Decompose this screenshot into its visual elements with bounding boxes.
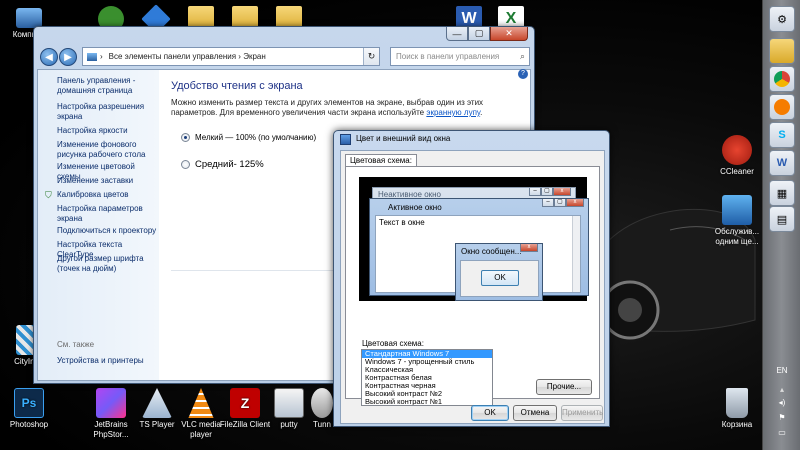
skype-icon[interactable]: S xyxy=(769,122,795,148)
phpstorm-icon xyxy=(96,388,126,418)
sidebar-item-resolution[interactable]: Настройка разрешения экрана xyxy=(57,102,157,122)
sidebar-item-brightness[interactable]: Настройка яркости xyxy=(57,126,157,136)
window-text-sample: Текст в окне xyxy=(379,218,425,227)
page-title: Удобство чтения с экрана xyxy=(171,80,303,92)
chevron-up-icon[interactable]: ▴ xyxy=(763,385,800,394)
monitor-icon[interactable]: ▭ xyxy=(763,428,800,437)
sidebar-item-dpi[interactable]: Другой размер шрифта (точек на дюйм) xyxy=(57,254,157,274)
radio-icon xyxy=(181,160,190,169)
scheme-list[interactable]: Стандартная Windows 7 Windows 7 - упроще… xyxy=(361,349,493,406)
devices-printers-link[interactable]: Устройства и принтеры xyxy=(57,356,157,366)
message-box-client: OK xyxy=(460,260,539,297)
navigation-bar: ◀ ▶ › Все элементы панели управления › Э… xyxy=(38,45,532,67)
address-root-separator: › xyxy=(100,52,103,61)
search-icon: ⌕ xyxy=(519,51,525,61)
scheme-label: Цветовая схема: xyxy=(362,339,424,348)
ts-player-icon xyxy=(142,388,172,418)
message-box-title: Окно сообщен... xyxy=(461,247,522,256)
photoshop-icon: Ps xyxy=(14,388,44,418)
help-icon[interactable]: ? xyxy=(518,69,528,79)
vlc-icon xyxy=(188,388,214,418)
preview-message-box: Окно сообщен... x OK xyxy=(455,243,543,301)
preview-scrollbar xyxy=(572,216,580,292)
preview-ok-button: OK xyxy=(481,270,519,286)
address-bar[interactable]: › Все элементы панели управления › Экран… xyxy=(82,47,380,66)
tunnel-icon xyxy=(311,388,333,418)
flag-icon[interactable]: ⚑ xyxy=(763,413,800,422)
breadcrumb[interactable]: Все элементы панели управления › Экран xyxy=(109,52,266,61)
active-window-title: Активное окно xyxy=(388,203,442,212)
gear-icon[interactable]: ⚙ xyxy=(769,6,795,32)
cleaner-icon[interactable]: ▤ xyxy=(769,206,795,232)
page-description: Можно изменить размер текста и других эл… xyxy=(171,98,484,117)
ccleaner-label: CCleaner xyxy=(720,167,754,176)
recycle-bin-desktop-icon[interactable]: Корзина xyxy=(708,388,766,430)
window-color-dialog: Цвет и внешний вид окна Цветовая схема: … xyxy=(333,130,610,427)
ccleaner-desktop-icon[interactable]: CCleaner xyxy=(708,135,766,177)
putty-icon xyxy=(274,388,304,418)
window-controls: — ▢ ✕ xyxy=(446,27,528,41)
minimize-button[interactable]: — xyxy=(446,27,468,41)
dialog-body: Цветовая схема: Неактивное окно – ▢ x Акти… xyxy=(340,150,605,424)
search-placeholder: Поиск в панели управления xyxy=(396,52,500,61)
network-icon[interactable]: ▦ xyxy=(769,180,795,206)
service-label: Обслужив... одним щe... xyxy=(714,227,760,246)
cancel-button[interactable]: Отмена xyxy=(513,405,557,421)
service-desktop-icon[interactable]: Обслужив... одним щe... xyxy=(708,195,766,247)
scheme-preview: Неактивное окно – ▢ x Активное окно – ▢ x Те… xyxy=(359,177,589,301)
magnifier-link[interactable]: экранную лупу xyxy=(426,108,480,117)
photoshop-desktop-icon[interactable]: Ps Photoshop xyxy=(0,388,58,430)
ccleaner-icon xyxy=(722,135,752,165)
refresh-icon[interactable]: ↻ xyxy=(363,48,379,65)
volume-icon[interactable]: ◂) xyxy=(763,398,800,407)
language-indicator[interactable]: EN xyxy=(763,366,800,375)
folder-icon[interactable] xyxy=(769,38,795,64)
size-option-small[interactable]: Мелкий — 100% (по умолчанию) xyxy=(181,133,316,142)
preview-window-controls: – ▢ x xyxy=(529,188,571,196)
shield-icon: ⛉ xyxy=(45,190,52,200)
apply-button[interactable]: Применить xyxy=(561,405,603,421)
size-option-medium-label: Средний- 125% xyxy=(195,159,264,170)
chrome-icon[interactable] xyxy=(769,66,795,92)
recycle-bin-label: Корзина xyxy=(721,420,753,429)
preview-window-controls: – ▢ x xyxy=(542,199,584,207)
sidebar-item-screensaver[interactable]: Изменение заставки xyxy=(57,176,157,186)
word-icon[interactable]: W xyxy=(769,150,795,176)
other-button[interactable]: Прочие... xyxy=(536,379,592,395)
sidebar-item-calibrate[interactable]: ⛉ Калибровка цветов xyxy=(45,190,157,200)
computer-icon xyxy=(16,8,42,28)
control-panel-icon xyxy=(87,52,97,61)
ok-button[interactable]: OK xyxy=(471,405,509,421)
message-box-close: x xyxy=(520,244,538,252)
tab-panel: Неактивное окно – ▢ x Активное окно – ▢ x Те… xyxy=(345,166,600,406)
avast-icon[interactable] xyxy=(769,94,795,120)
size-option-small-label: Мелкий — 100% (по умолчанию) xyxy=(195,133,317,142)
filezilla-icon: Z xyxy=(230,388,260,418)
radio-selected-icon xyxy=(181,133,190,142)
sidebar-toolbar: ⚙ S W ▦ ▤ EN ▴ ◂) ⚑ ▭ xyxy=(762,0,800,450)
sidebar-item-projector[interactable]: Подключиться к проектору xyxy=(57,226,157,236)
search-input[interactable]: Поиск в панели управления ⌕ xyxy=(390,47,530,66)
sidebar-item-home[interactable]: Панель управления - домашняя страница xyxy=(57,76,157,96)
size-option-medium[interactable]: Средний- 125% xyxy=(181,159,264,170)
color-dialog-icon xyxy=(340,134,351,145)
sidebar-item-display-settings[interactable]: Настройка параметров экрана xyxy=(57,204,157,224)
maximize-button[interactable]: ▢ xyxy=(468,27,490,41)
forward-button[interactable]: ▶ xyxy=(59,48,77,66)
sidebar-item-calibrate-label: Калибровка цветов xyxy=(57,190,129,199)
service-icon xyxy=(722,195,752,225)
see-also-heading: См. также xyxy=(57,340,95,349)
preview-active-window: Активное окно – ▢ x Текст в окне Окно сооб… xyxy=(369,198,589,301)
close-button[interactable]: ✕ xyxy=(490,27,528,41)
task-pane: Панель управления - домашняя страница На… xyxy=(38,70,159,380)
sidebar-item-background[interactable]: Изменение фонового рисунка рабочего стол… xyxy=(57,140,157,160)
photoshop-label: Photoshop xyxy=(9,420,49,429)
dialog-title: Цвет и внешний вид окна xyxy=(356,134,451,143)
back-button[interactable]: ◀ xyxy=(40,48,58,66)
recycle-bin-icon xyxy=(726,388,748,418)
